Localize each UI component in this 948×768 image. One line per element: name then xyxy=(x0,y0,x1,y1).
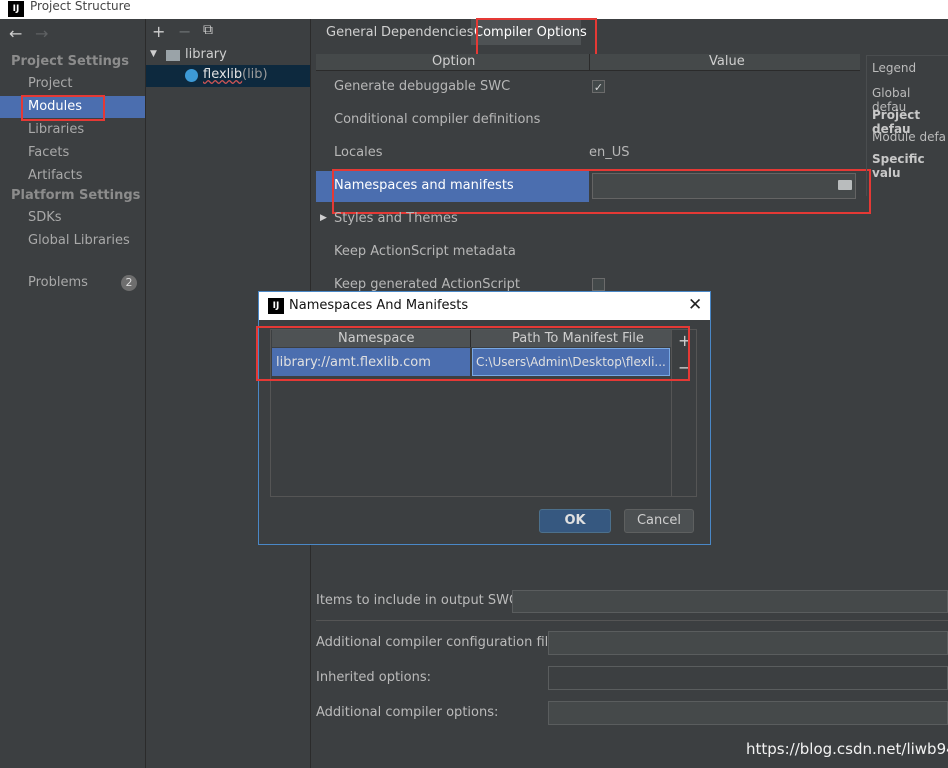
tab-dependencies[interactable]: Dependencies xyxy=(381,25,474,40)
expand-styles-triangle-icon[interactable]: ▶ xyxy=(320,213,327,223)
dialog-app-icon: IJ xyxy=(268,298,284,314)
highlight-dialog-entry xyxy=(256,326,690,381)
add-module-icon[interactable]: + xyxy=(152,22,165,41)
option-styles-themes[interactable]: Styles and Themes xyxy=(334,211,458,226)
option-debuggable-swc[interactable]: Generate debuggable SWC xyxy=(334,79,510,94)
intellij-app-icon: IJ xyxy=(8,1,24,17)
folder-module-icon xyxy=(166,50,180,61)
additional-options-label: Additional compiler options: xyxy=(316,705,499,720)
legend-title: Legend xyxy=(872,61,917,75)
additional-options-field[interactable] xyxy=(548,701,948,725)
ok-button[interactable]: OK xyxy=(539,509,611,533)
additional-config-field[interactable] xyxy=(548,631,948,655)
forward-arrow-icon[interactable]: → xyxy=(35,24,48,43)
highlight-compiler-options-tab xyxy=(476,18,597,59)
nav-item-global-libraries[interactable]: Global Libraries xyxy=(28,233,130,248)
remove-module-icon[interactable]: − xyxy=(178,22,191,41)
tree-child-label[interactable]: flexlib xyxy=(203,67,242,82)
additional-config-label: Additional compiler configuration file: xyxy=(316,635,561,650)
items-include-field[interactable] xyxy=(512,590,948,613)
project-settings-header: Project Settings xyxy=(11,54,129,69)
nav-item-problems[interactable]: Problems xyxy=(28,275,88,290)
back-arrow-icon[interactable]: ← xyxy=(9,24,22,43)
flex-lib-icon xyxy=(185,69,198,82)
option-locales[interactable]: Locales xyxy=(334,145,382,160)
tab-general[interactable]: General xyxy=(326,25,377,40)
legend-module-default: Module defa xyxy=(872,130,947,144)
highlight-modules xyxy=(21,95,105,121)
platform-settings-header: Platform Settings xyxy=(11,188,141,203)
problems-count-badge: 2 xyxy=(121,275,137,291)
window-title: Project Structure xyxy=(30,0,131,13)
nav-item-libraries[interactable]: Libraries xyxy=(28,122,84,137)
watermark-text: https://blog.csdn.net/liwb94 xyxy=(746,740,948,758)
cancel-button[interactable]: Cancel xyxy=(624,509,694,533)
keep-generated-checkbox[interactable] xyxy=(592,278,605,291)
nav-item-facets[interactable]: Facets xyxy=(28,145,69,160)
tree-root-label[interactable]: library xyxy=(185,47,227,62)
nav-item-project[interactable]: Project xyxy=(28,76,72,91)
option-keep-generated[interactable]: Keep generated ActionScript xyxy=(334,277,520,292)
highlight-namespaces-row xyxy=(332,169,871,214)
dialog-close-icon[interactable]: ✕ xyxy=(688,295,702,315)
nav-item-sdks[interactable]: SDKs xyxy=(28,210,62,225)
window-titlebar: IJ Project Structure xyxy=(0,0,948,19)
tree-child-suffix: (lib) xyxy=(242,67,268,82)
items-include-label: Items to include in output SWC: xyxy=(316,593,523,608)
nav-item-artifacts[interactable]: Artifacts xyxy=(28,168,83,183)
inherited-options-label: Inherited options: xyxy=(316,670,432,685)
dialog-title: Namespaces And Manifests xyxy=(289,298,469,313)
locales-value[interactable]: en_US xyxy=(589,145,630,160)
column-divider xyxy=(589,54,590,70)
separator xyxy=(316,620,948,621)
column-header-value[interactable]: Value xyxy=(709,54,745,69)
options-table-header xyxy=(316,54,860,71)
expand-triangle-icon[interactable]: ▼ xyxy=(150,49,157,59)
option-conditional-definitions[interactable]: Conditional compiler definitions xyxy=(334,112,540,127)
option-keep-metadata[interactable]: Keep ActionScript metadata xyxy=(334,244,516,259)
inherited-options-field xyxy=(548,666,948,690)
legend-specific-value: Specific valu xyxy=(872,152,925,180)
copy-module-icon[interactable]: ⧉ xyxy=(203,22,213,38)
debuggable-swc-checkbox[interactable]: ✓ xyxy=(592,80,605,94)
dialog-titlebar: IJ Namespaces And Manifests ✕ xyxy=(259,292,710,320)
column-header-option[interactable]: Option xyxy=(432,54,475,69)
